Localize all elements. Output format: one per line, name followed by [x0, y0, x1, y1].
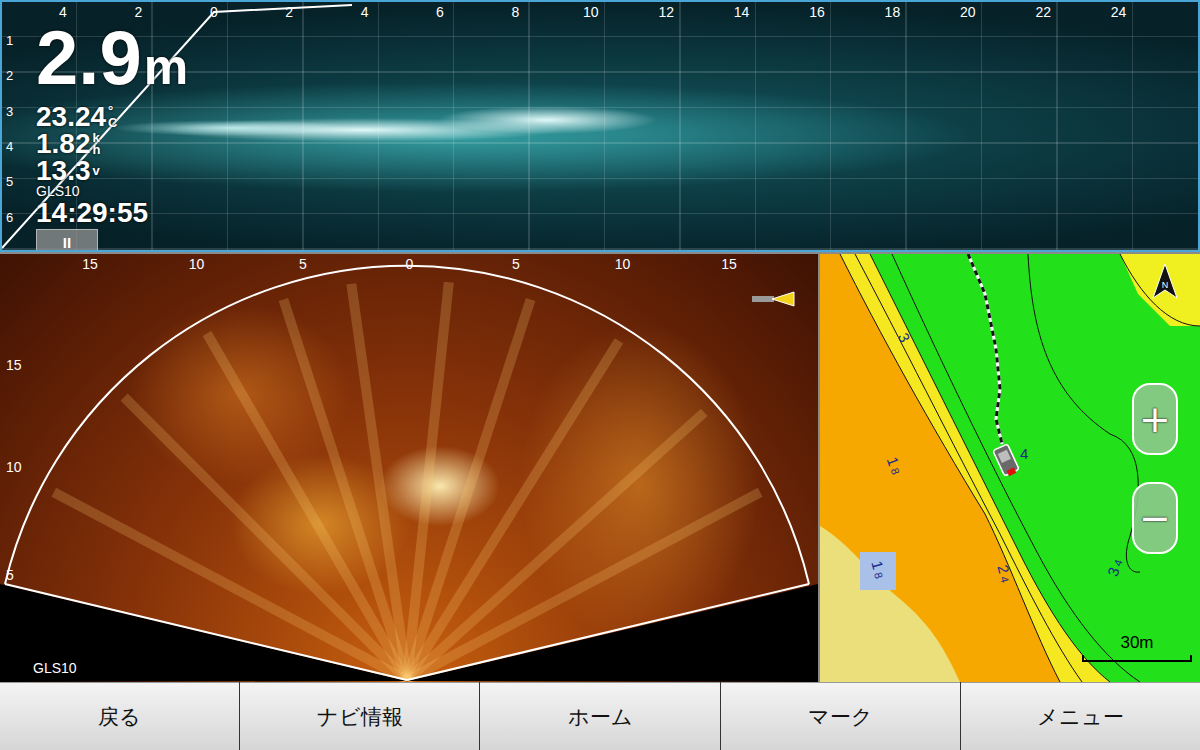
scale-bar — [1082, 655, 1192, 662]
sensor-reading: 13.3v — [36, 157, 100, 184]
range-label: 5 — [512, 257, 520, 271]
zoom-out-button[interactable]: − — [1132, 482, 1178, 554]
toolbar-button[interactable]: マーク — [721, 682, 960, 750]
depth-label: 4 — [6, 139, 13, 152]
screen: 420246810121416182022241234562.9m23.24°C… — [0, 0, 1200, 750]
depth-label: 1 — [6, 34, 13, 47]
toolbar-button[interactable]: ホーム — [480, 682, 719, 750]
toolbar-button[interactable]: 戻る — [0, 682, 239, 750]
range-label: 24 — [1111, 5, 1127, 19]
reading-unit: kh — [93, 132, 101, 156]
range-label: 2 — [134, 5, 142, 19]
range-label: 10 — [583, 5, 599, 19]
sensor-reading: 23.24°C — [36, 103, 117, 130]
range-label: 20 — [960, 5, 976, 19]
sensor-reading: 1.82kh — [36, 130, 100, 157]
source-label: GLS10 — [33, 660, 77, 676]
clock: 14:29:55 — [36, 199, 148, 227]
reading-unit: °C — [108, 105, 117, 129]
depth-label: 6 — [6, 210, 13, 223]
range-label: 10 — [615, 257, 631, 271]
livescope-panel: 420246810121416182022241234562.9m23.24°C… — [0, 0, 1200, 252]
chart-map: 3181824344N+−30m — [820, 254, 1200, 682]
reading-unit: v — [93, 165, 100, 177]
contour-label: 18 — [869, 559, 888, 580]
map-scale: 30m — [1082, 633, 1192, 662]
zoom-in-button[interactable]: + — [1132, 383, 1178, 455]
zoom-controls: +− — [1132, 383, 1178, 554]
range-label: 14 — [734, 5, 750, 19]
map-chart-icon — [820, 254, 1200, 682]
pause-button[interactable]: II — [36, 229, 98, 252]
depth-label: 2 — [6, 69, 13, 82]
range-label: 22 — [1035, 5, 1051, 19]
range-label: 18 — [885, 5, 901, 19]
range-label: 6 — [436, 5, 444, 19]
depth-label: 5 — [6, 175, 13, 188]
depth-reading: 2.9m — [36, 22, 188, 103]
range-label: 4 — [59, 5, 67, 19]
depth-label: 10 — [6, 460, 22, 474]
contour-label: 24 — [995, 563, 1014, 584]
data-overlay: 2.9m23.24°C1.82kh13.3vGLS1014:29:55II — [36, 22, 188, 252]
depth-unit: m — [144, 31, 188, 103]
contour-label: 4 — [1020, 446, 1028, 461]
north-arrow-icon: N — [1150, 262, 1180, 300]
range-label: 15 — [721, 257, 737, 271]
range-label: 8 — [511, 5, 519, 19]
contour-label: 34 — [1105, 557, 1125, 579]
range-label: 15 — [82, 257, 98, 271]
range-label: 4 — [361, 5, 369, 19]
toolbar-button[interactable]: ナビ情報 — [240, 682, 479, 750]
range-label: 0 — [406, 257, 414, 271]
depth-label: 5 — [6, 568, 14, 582]
main-area: 420246810121416182022241234562.9m23.24°C… — [0, 0, 1200, 682]
transducer-icon — [750, 290, 796, 308]
toolbar-button[interactable]: メニュー — [961, 682, 1200, 750]
range-label: 12 — [658, 5, 674, 19]
range-label: 10 — [189, 257, 205, 271]
fan-sonar-panel: 15 10 5 0 5 10 15 15 10 5 GLS10 — [0, 254, 818, 682]
scale-label: 30m — [1120, 633, 1153, 653]
range-label: 0 — [210, 5, 218, 19]
source-label: GLS10 — [36, 184, 80, 199]
depth-label: 15 — [6, 358, 22, 372]
sonar-fan-icon — [0, 254, 818, 682]
bottom-toolbar: 戻るナビ情報ホームマークメニュー — [0, 682, 1200, 750]
svg-text:N: N — [1162, 280, 1169, 290]
depth-label: 3 — [6, 104, 13, 117]
lower-row: 1510505101515105GLS103181824344N+−30m — [0, 254, 1200, 682]
range-label: 2 — [285, 5, 293, 19]
range-label: 5 — [299, 257, 307, 271]
range-label: 16 — [809, 5, 825, 19]
